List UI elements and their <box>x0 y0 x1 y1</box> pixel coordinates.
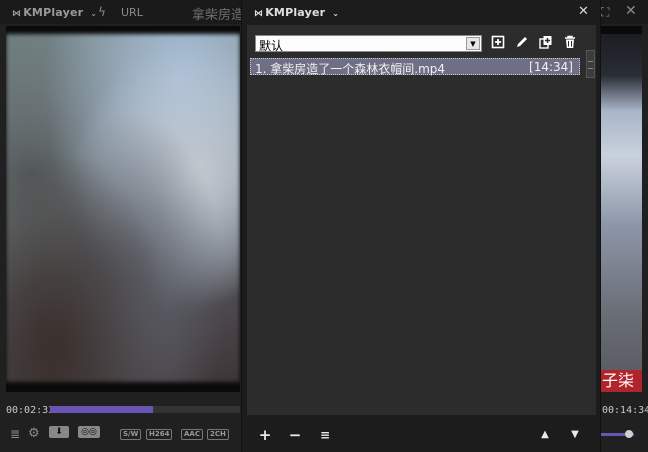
bowtie-icon: ⋈ <box>12 9 22 19</box>
pencil-icon[interactable] <box>514 35 530 51</box>
download-icon[interactable]: ⬇ <box>49 426 69 438</box>
chevron-down-icon: ⌄ <box>332 9 340 18</box>
playlist-item[interactable]: 1. 拿柴房造了一个森林衣帽间.mp4 [14:34] <box>250 58 580 76</box>
badge-video-codec: H264 <box>146 429 173 440</box>
add-file-icon[interactable]: + <box>258 427 272 443</box>
video-subtitle-overlay: 子柒 <box>600 370 642 392</box>
total-time: 00:14:34 <box>602 405 648 416</box>
seek-bar-progress <box>50 406 153 413</box>
gear-icon[interactable]: ⚙ <box>28 426 40 441</box>
add-playlist-icon[interactable] <box>490 35 506 51</box>
close-player-icon[interactable]: ✕ <box>625 3 637 19</box>
playlist-selector[interactable]: 默认 ▼ <box>255 35 482 53</box>
lightning-icon[interactable]: ϟ <box>98 5 106 19</box>
playlist-window: ⋈ KMPlayer ⌄ ✕ 默认 ▼ 1. 拿柴房造了一个森林衣帽间.mp4 [… <box>241 0 601 452</box>
player-app-logo[interactable]: ⋈ KMPlayer ⌄ <box>12 6 97 19</box>
url-button[interactable]: URL <box>121 6 143 19</box>
playlist-scrollbar[interactable] <box>586 50 595 78</box>
vr-glasses-icon[interactable]: ◎◎ <box>78 426 100 438</box>
remove-file-icon[interactable]: − <box>288 427 302 443</box>
badge-decoder: S/W <box>120 429 142 440</box>
dropdown-arrow-icon[interactable]: ▼ <box>466 37 480 50</box>
video-display-right[interactable] <box>600 26 642 392</box>
playlist-selector-value: 默认 <box>259 39 284 53</box>
video-display[interactable] <box>6 26 240 392</box>
scrollbar-grip[interactable] <box>588 61 593 69</box>
playlist-item-duration: [14:34] <box>529 60 573 74</box>
playlist-titlebar: ⋈ KMPlayer ⌄ ✕ <box>242 0 600 24</box>
move-down-icon[interactable]: ▼ <box>568 427 582 443</box>
player-title: 拿柴房造 <box>192 8 242 23</box>
menu-icon[interactable]: ≣ <box>10 427 20 441</box>
bowtie-icon: ⋈ <box>254 9 264 19</box>
playlist-item-title: 1. 拿柴房造了一个森林衣帽间.mp4 <box>255 62 446 76</box>
badge-audio-codec: AAC <box>181 429 203 440</box>
badge-channels: 2CH <box>207 429 229 440</box>
trash-icon[interactable] <box>562 35 578 51</box>
elapsed-time: 00:02:33 <box>6 405 55 416</box>
close-playlist-icon[interactable]: ✕ <box>578 4 589 19</box>
copy-playlist-icon[interactable] <box>538 35 554 51</box>
sort-list-icon[interactable]: ≡ <box>318 427 332 443</box>
chevron-down-icon: ⌄ <box>90 9 98 18</box>
playlist-app-logo[interactable]: ⋈ KMPlayer ⌄ <box>254 6 339 19</box>
fullscreen-icon[interactable]: ⛶ <box>601 5 609 20</box>
move-up-icon[interactable]: ▲ <box>538 427 552 443</box>
volume-knob[interactable] <box>625 430 633 438</box>
playlist-content: 默认 ▼ 1. 拿柴房造了一个森林衣帽间.mp4 [14:34] <box>247 25 596 415</box>
